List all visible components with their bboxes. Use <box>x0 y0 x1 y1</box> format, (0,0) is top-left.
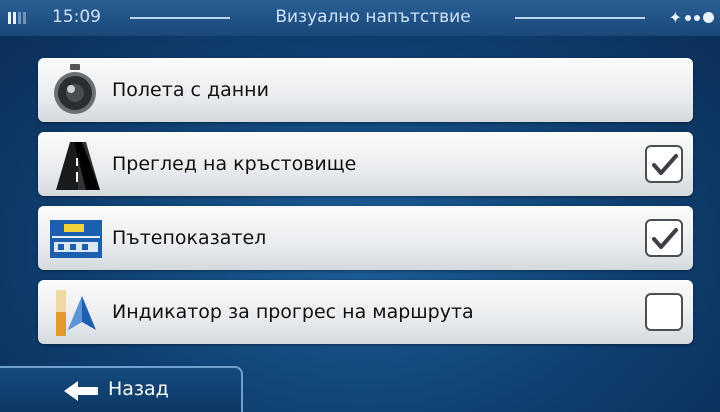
clock: 15:09 <box>52 7 101 27</box>
item-label: Преглед на кръстовище <box>112 153 357 175</box>
road-junction-icon <box>48 138 104 190</box>
signal-dot-icon <box>694 14 700 21</box>
list-item-junction-view[interactable]: Преглед на кръстовище <box>38 132 693 196</box>
list-item-signpost[interactable]: Пътепоказател <box>38 206 693 270</box>
item-label: Индикатор за прогрес на маршрута <box>112 301 474 323</box>
road-sign-icon <box>48 212 104 264</box>
back-button[interactable]: Назад <box>0 366 243 412</box>
battery-icon <box>8 12 26 24</box>
satellite-icon: ✦ <box>668 8 682 27</box>
screen-title: Визуално напътствие <box>275 7 471 27</box>
bottom-bar: Назад <box>0 362 720 412</box>
menu-dot-icon <box>703 12 714 23</box>
checkbox-junction-view[interactable] <box>645 145 683 183</box>
list-item-route-progress[interactable]: Индикатор за прогрес на маршрута <box>38 280 693 344</box>
item-label: Пътепоказател <box>112 227 267 249</box>
back-label: Назад <box>108 378 169 400</box>
arrow-left-icon <box>64 381 98 401</box>
item-label: Полета с данни <box>112 79 269 101</box>
status-bar: 15:09 Визуално напътствие ✦ <box>0 0 720 36</box>
status-icons: ✦ <box>669 8 714 27</box>
list-item-data-fields[interactable]: Полета с данни <box>38 58 693 122</box>
checkbox-route-progress[interactable] <box>645 293 683 331</box>
route-progress-icon <box>48 286 104 338</box>
stopwatch-icon <box>48 64 104 116</box>
signal-dot-icon <box>685 14 691 21</box>
checkmark-icon <box>652 154 678 175</box>
checkbox-signpost[interactable] <box>645 219 683 257</box>
checkmark-icon <box>652 228 678 249</box>
